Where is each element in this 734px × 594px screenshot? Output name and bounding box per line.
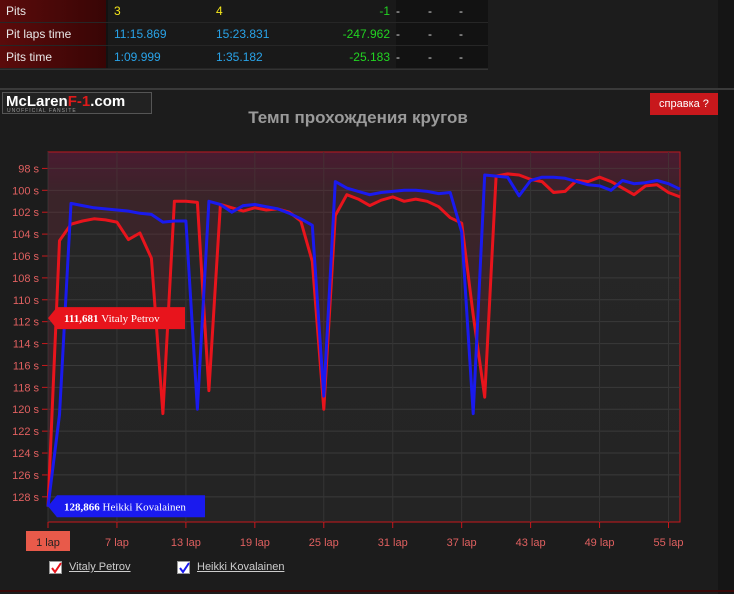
driver1-value: 1:09.999 [108,46,214,68]
x-tick-label: 1 lap [36,537,60,549]
y-tick-label: 112 s [13,317,40,329]
dash-cell: - [459,27,463,41]
checkmark-icon [179,562,190,574]
row-label: Pit laps time [0,23,106,45]
y-tick-label: 124 s [12,448,39,460]
y-tick-label: 108 s [12,273,39,285]
driver2-value: 1:35.182 [210,46,316,68]
x-tick-label: 19 lap [240,537,270,549]
chart-title: Темп прохождения кругов [248,108,468,127]
y-tick-label: 120 s [12,404,39,416]
legend-label-kovalainen[interactable]: Heikki Kovalainen [197,561,284,573]
table-row: Pits time 1:09.999 1:35.182 -25.183 - - … [0,46,488,69]
dash-cell: - [396,50,400,64]
x-tick-label: 55 lap [654,537,684,549]
diff-value: -25.183 [312,46,396,68]
callout-petrov-text: 111,681 Vitaly Petrov [64,313,160,325]
legend-label-petrov[interactable]: Vitaly Petrov [69,561,131,573]
dash-cell: - [428,50,432,64]
row-label: Pits time [0,46,106,68]
pit-stats-table: Pits 3 4 -1 - - - Pit laps time 11:15.86… [0,0,488,70]
dash-cell: - [459,50,463,64]
y-tick-label: 102 s [12,207,39,219]
x-tick-label: 13 lap [171,537,201,549]
checkmark-icon [51,562,62,574]
legend-checkbox-kovalainen[interactable] [177,561,190,574]
table-row: Pits 3 4 -1 - - - [0,0,488,23]
section-divider [0,88,734,90]
x-tick-label: 25 lap [309,537,339,549]
y-tick-label: 118 s [13,382,40,394]
diff-value: -1 [312,0,396,22]
dash-cell: - [396,4,400,18]
driver1-value: 11:15.869 [108,23,214,45]
driver1-value: 3 [108,0,214,22]
diff-value: -247.962 [312,23,396,45]
y-tick-label: 126 s [12,470,39,482]
x-tick-label: 31 lap [378,537,408,549]
dash-cell: - [428,4,432,18]
driver2-value: 4 [210,0,316,22]
y-tick-label: 110 s [13,295,40,307]
y-tick-label: 128 s [12,492,39,504]
x-tick-label: 49 lap [585,537,615,549]
x-tick-label: 7 lap [105,537,129,549]
callout-petrov: 111,681 Vitaly Petrov [48,307,185,330]
y-tick-label: 114 s [13,339,40,351]
y-tick-label: 106 s [12,251,39,263]
y-tick-label: 116 s [13,360,40,372]
legend-checkbox-petrov[interactable] [49,561,62,574]
y-tick-label: 98 s [18,163,39,175]
row-label: Pits [0,0,106,22]
driver2-value: 15:23.831 [210,23,316,45]
y-tick-label: 122 s [12,426,39,438]
lap-pace-chart: 98 s 100 s 102 s 104 s 106 s 108 s 110 s 112 s 1… [12,151,684,551]
callout-kovalainen: 128,866 Heikki Kovalainen [48,495,205,518]
dash-cell: - [396,27,400,41]
bottom-divider [0,590,734,592]
dash-cell: - [428,27,432,41]
dash-cell: - [459,4,463,18]
y-tick-label: 104 s [12,229,39,241]
table-row: Pit laps time 11:15.869 15:23.831 -247.9… [0,23,488,46]
y-tick-label: 100 s [12,185,39,197]
callout-kovalainen-text: 128,866 Heikki Kovalainen [64,501,186,513]
x-tick-label: 37 lap [447,537,477,549]
x-tick-label: 43 lap [516,537,546,549]
